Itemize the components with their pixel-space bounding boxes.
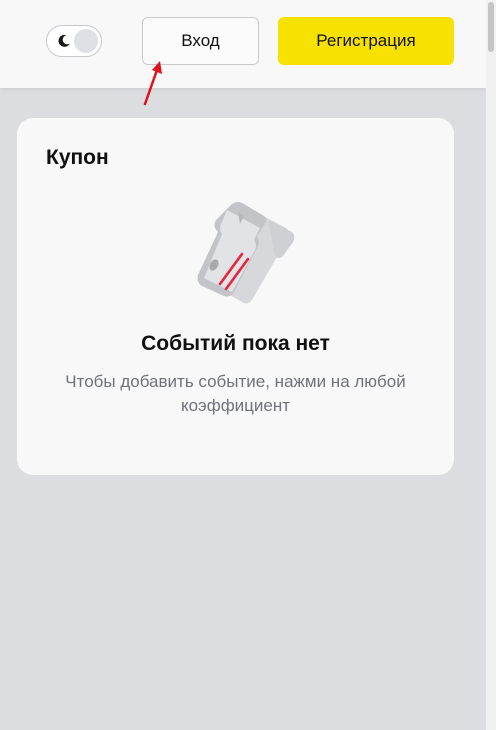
- coupon-panel: Купон Событий пока нет Чтобы добавить со…: [17, 118, 454, 475]
- scrollbar-thumb[interactable]: [488, 2, 494, 52]
- login-button[interactable]: Вход: [142, 17, 259, 65]
- page-scrollbar[interactable]: [486, 0, 496, 730]
- coupon-ticket-icon: [197, 202, 295, 304]
- top-header: Вход Регистрация: [0, 0, 486, 88]
- empty-state-hint: Чтобы добавить событие, нажми на любой к…: [65, 372, 406, 415]
- moon-icon: [58, 34, 70, 47]
- register-button[interactable]: Регистрация: [278, 17, 454, 65]
- empty-state-title: Событий пока нет: [141, 332, 330, 355]
- toggle-knob: [74, 29, 98, 53]
- coupon-title: Купон: [46, 146, 109, 169]
- theme-toggle[interactable]: [46, 25, 102, 57]
